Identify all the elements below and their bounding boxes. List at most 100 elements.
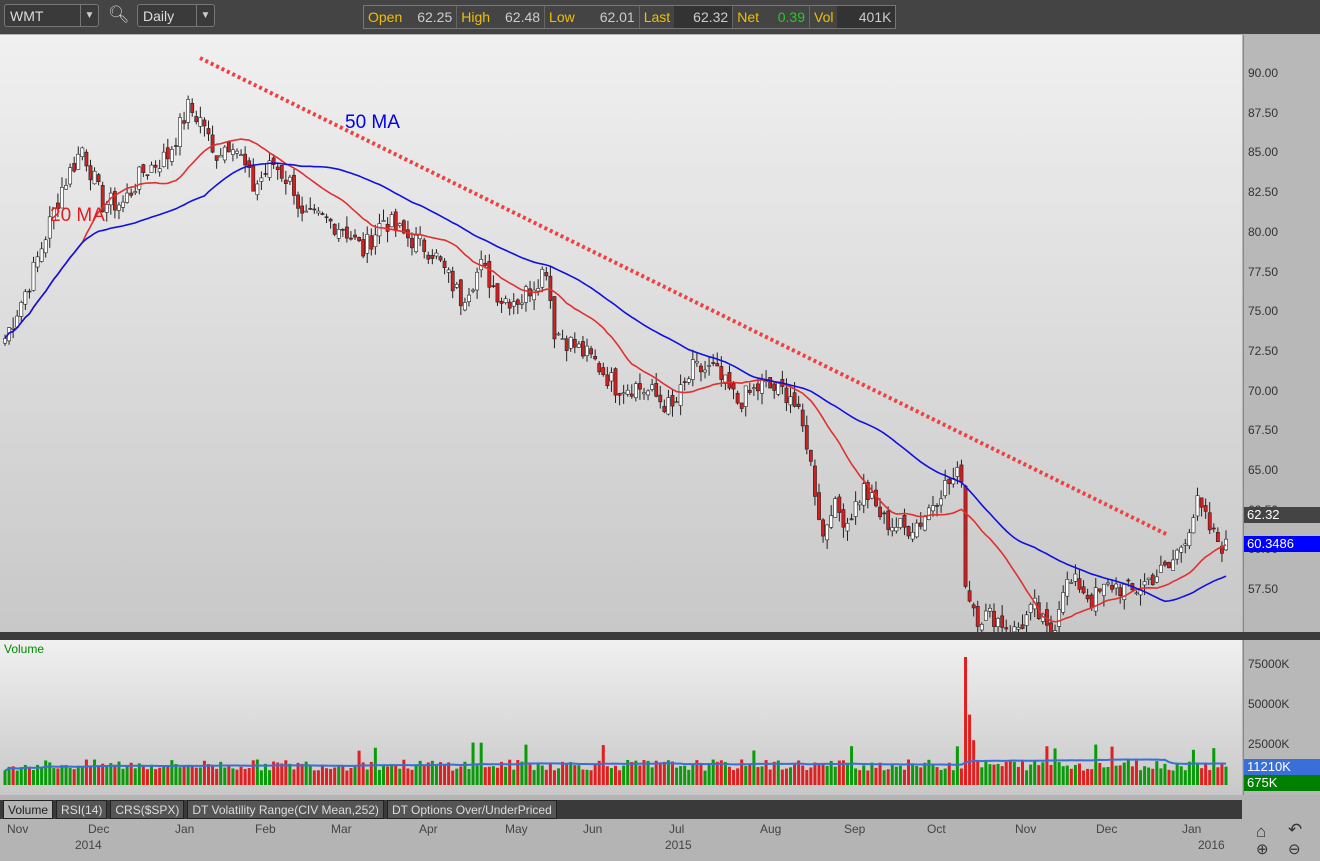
candle-body [804, 425, 809, 450]
volume-tick: 25000K [1248, 737, 1290, 751]
zoom-in-icon[interactable]: ⊕ [1256, 840, 1269, 858]
candle-body [1085, 594, 1090, 600]
volume-bar [443, 764, 447, 785]
chevron-down-icon[interactable]: ▼ [196, 5, 214, 26]
tab-crs-spx-[interactable]: CRS($SPX) [110, 800, 185, 819]
volume-bar [186, 765, 190, 785]
candle-body [613, 368, 618, 396]
candle-body [1081, 586, 1086, 594]
candle-body [410, 237, 414, 249]
volume-bar [182, 765, 186, 785]
volume-bar [760, 766, 764, 785]
volume-bar [727, 766, 731, 785]
candle-body [975, 606, 980, 627]
candle-body [88, 165, 93, 181]
candle-body [121, 201, 125, 208]
high-value: 62.48 [505, 9, 541, 25]
volume-bar [715, 761, 719, 785]
candle-body [161, 151, 166, 167]
candle-body [385, 223, 390, 232]
candle-body [788, 396, 793, 406]
volume-bar [618, 770, 622, 785]
volume-bar [1208, 770, 1212, 785]
candle-body [914, 522, 919, 538]
price-tick: 77.50 [1248, 264, 1279, 279]
tab-volume[interactable]: Volume [3, 800, 54, 819]
volume-bar [491, 766, 495, 785]
open-label: Open [368, 9, 403, 25]
volume-bar [561, 761, 565, 785]
month-label: Nov [1015, 822, 1037, 836]
volume-bar [544, 769, 548, 785]
candle-body [1061, 592, 1066, 613]
candle-body [35, 256, 40, 268]
tab-rsi-14-[interactable]: RSI(14) [56, 800, 108, 819]
symbol-select[interactable]: WMT ▼ [4, 4, 99, 27]
candle-body [23, 291, 28, 305]
candle-body [316, 210, 321, 214]
volume-bar [377, 769, 381, 785]
volume-bar [1167, 769, 1171, 785]
volume-bar [329, 768, 333, 785]
tab-dt-options-over-underpriced[interactable]: DT Options Over/UnderPriced [386, 800, 557, 819]
volume-bar [947, 762, 951, 785]
candle-body [141, 164, 146, 173]
candle-body [320, 213, 325, 215]
candle-body [11, 327, 16, 330]
volume-bar [40, 767, 44, 785]
volume-bar [316, 770, 320, 785]
candle-body [1110, 585, 1114, 590]
volume-bar [174, 764, 178, 785]
tab-dt-volatility-range-civ-mean-252-[interactable]: DT Volatility Range(CIV Mean,252) [187, 800, 384, 819]
month-label: Jan [1182, 822, 1202, 836]
volume-chart[interactable]: Volume [0, 640, 1242, 795]
candle-body [764, 380, 768, 382]
candle-body [39, 248, 44, 262]
candle-body [422, 239, 427, 252]
candle-body [1171, 559, 1175, 571]
candle-body [117, 204, 121, 211]
volume-bar [451, 770, 455, 785]
candle-body [300, 205, 305, 214]
candle-body [1057, 608, 1062, 627]
high-label: High [456, 6, 494, 28]
volume-bar [898, 765, 902, 785]
candle-body [650, 384, 655, 390]
undo-icon[interactable]: ↶ [1288, 820, 1302, 840]
home-icon[interactable]: ⌂ [1256, 822, 1266, 842]
candle-body [699, 365, 703, 373]
volume-bar [341, 765, 345, 785]
candle-body [373, 234, 378, 248]
candle-body [275, 166, 280, 170]
candle-body [796, 403, 801, 407]
candle-body [658, 394, 663, 403]
volume-bar [243, 768, 247, 785]
candle-body [988, 607, 992, 612]
volume-bar [972, 740, 976, 785]
chevron-down-icon[interactable]: ▼ [80, 5, 98, 26]
volume-bar [1098, 762, 1102, 785]
candle-body [426, 254, 431, 260]
candle-body [646, 390, 650, 396]
volume-bar [215, 768, 219, 785]
candle-body [194, 116, 199, 123]
net-label: Net [732, 6, 763, 28]
candle-body [19, 302, 24, 317]
volume-bar [911, 764, 915, 785]
search-icon[interactable]: 🔍︎ [108, 5, 130, 25]
zoom-out-icon[interactable]: ⊖ [1288, 840, 1301, 858]
volume-bar [145, 769, 149, 785]
month-label: Feb [255, 822, 276, 836]
candle-body [157, 168, 162, 173]
price-chart[interactable]: 50 MA 20 MA [0, 35, 1242, 632]
volume-bar [239, 766, 243, 785]
candle-body [222, 146, 227, 161]
interval-select[interactable]: Daily ▼ [137, 4, 215, 27]
volume-bar [447, 762, 451, 785]
volume-bar [1029, 764, 1033, 785]
pane-divider[interactable] [0, 632, 1320, 640]
volume-bar [1049, 764, 1053, 785]
volume-bar [1163, 763, 1167, 785]
price-axis[interactable]: 90.00 87.50 85.00 82.50 80.00 77.50 75.00 72.50… [1243, 35, 1320, 795]
candle-body [918, 522, 923, 527]
